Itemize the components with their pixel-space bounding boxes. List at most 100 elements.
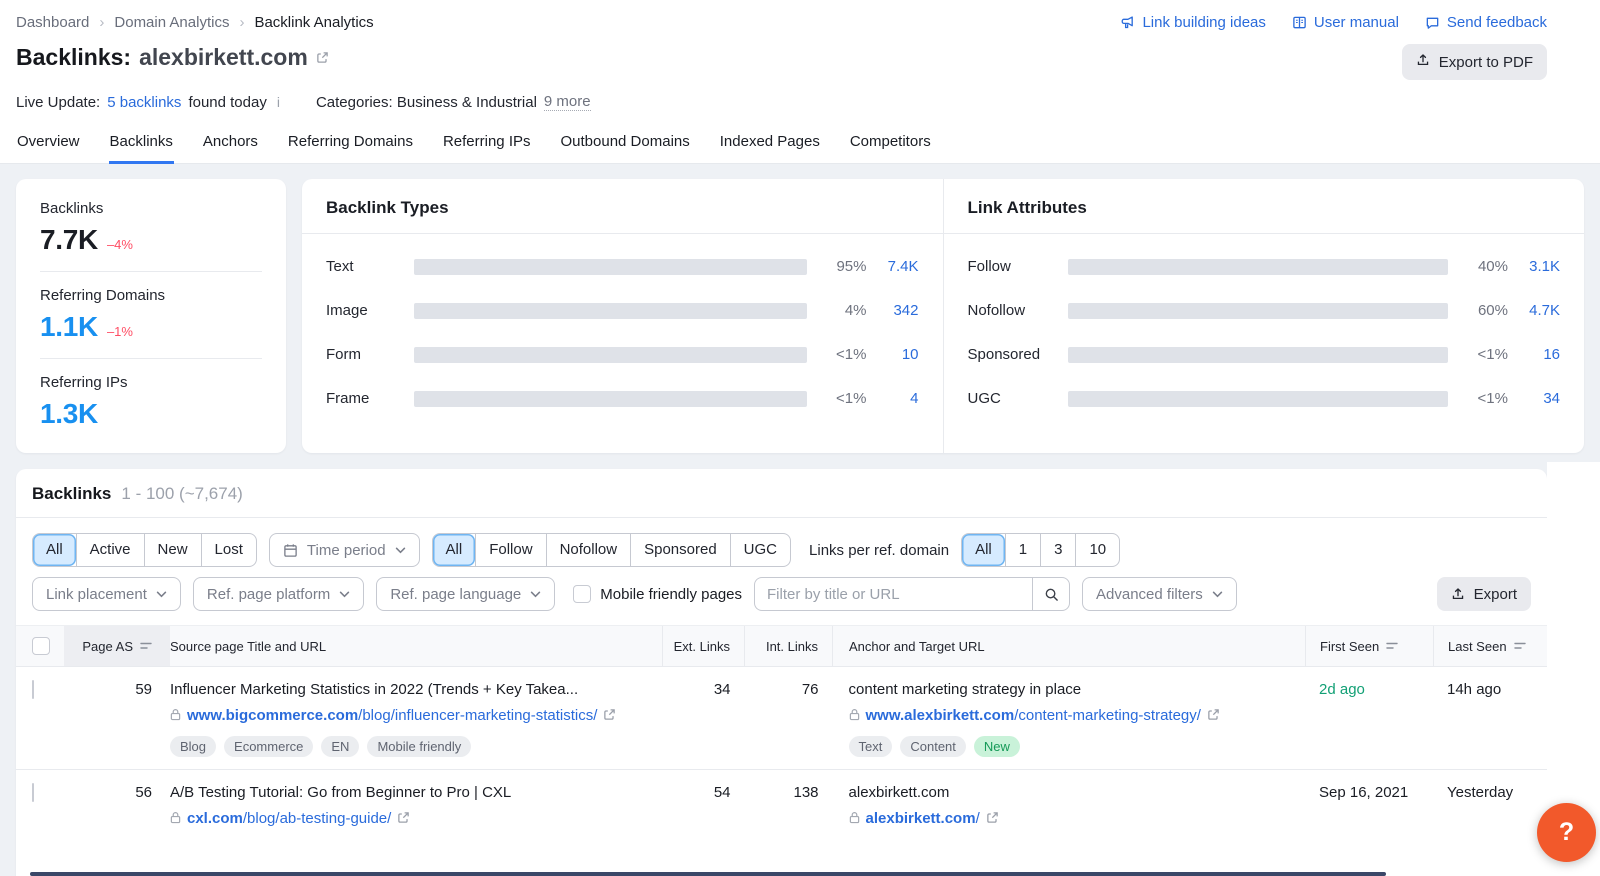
bar-value-link[interactable]: 34 <box>1508 390 1560 407</box>
summary-item-referring-ips: Referring IPs1.3K <box>40 374 262 445</box>
tab-referring-ips[interactable]: Referring IPs <box>442 127 532 164</box>
bar-row-text: Text95%7.4K <box>326 258 919 275</box>
bar-value-link[interactable]: 4.7K <box>1508 302 1560 319</box>
tab-backlinks[interactable]: Backlinks <box>109 127 174 164</box>
follow-type-filter-option-nofollow[interactable]: Nofollow <box>546 534 631 566</box>
select-all-checkbox[interactable] <box>32 637 50 655</box>
bar-track <box>1068 259 1449 275</box>
summary-value[interactable]: 1.1K <box>40 311 98 343</box>
tab-indexed-pages[interactable]: Indexed Pages <box>719 127 821 164</box>
links-per-domain-option-all[interactable]: All <box>962 534 1005 566</box>
chevron-down-icon <box>395 547 406 554</box>
column-source: Source page Title and URL <box>170 626 662 666</box>
status-filter-option-active[interactable]: Active <box>76 534 144 566</box>
url-link[interactable]: www.bigcommerce.com/blog/influencer-mark… <box>187 707 597 724</box>
bar-label: UGC <box>968 390 1068 407</box>
table-row[interactable]: 59Influencer Marketing Statistics in 202… <box>16 667 1547 770</box>
tab-outbound-domains[interactable]: Outbound Domains <box>560 127 691 164</box>
external-link-icon[interactable] <box>986 811 999 824</box>
mobile-friendly-checkbox[interactable] <box>573 585 591 603</box>
status-filter-option-all[interactable]: All <box>33 534 76 566</box>
bar-track <box>1068 303 1449 319</box>
lock-icon <box>849 811 860 824</box>
mobile-friendly-filter[interactable]: Mobile friendly pages <box>573 585 742 603</box>
lock-icon <box>849 708 860 721</box>
categories-more-link[interactable]: 9 more <box>544 93 591 111</box>
bar-row-sponsored: Sponsored <1%16 <box>968 346 1561 363</box>
search-button[interactable] <box>1032 577 1070 611</box>
status-filter-option-new[interactable]: New <box>144 534 201 566</box>
bar-percent: <1% <box>1458 346 1508 363</box>
external-link-icon[interactable] <box>603 708 616 721</box>
bar-value-link[interactable]: 3.1K <box>1508 258 1560 275</box>
page-title: Backlinks: alexbirkett.com <box>16 44 329 71</box>
time-period-dropdown[interactable]: Time period <box>269 533 420 567</box>
header-link-send-feedback[interactable]: Send feedback <box>1425 14 1547 31</box>
follow-type-filter-option-follow[interactable]: Follow <box>475 534 545 566</box>
links-per-domain-option-3[interactable]: 3 <box>1040 534 1075 566</box>
table-row[interactable]: 56A/B Testing Tutorial: Go from Beginner… <box>16 770 1547 842</box>
row-select-cell <box>16 667 64 769</box>
external-link-icon[interactable] <box>1207 708 1220 721</box>
tab-overview[interactable]: Overview <box>16 127 81 164</box>
live-update-link[interactable]: 5 backlinks <box>107 94 181 111</box>
breadcrumb-item-domain-analytics[interactable]: Domain Analytics <box>114 14 229 31</box>
url-link[interactable]: www.alexbirkett.com/content-marketing-st… <box>866 707 1201 724</box>
follow-type-filter-option-all[interactable]: All <box>433 534 476 566</box>
summary-value[interactable]: 1.3K <box>40 398 98 430</box>
row-checkbox[interactable] <box>32 680 34 699</box>
chevron-down-icon <box>339 591 350 598</box>
select-all-cell <box>16 626 64 666</box>
url-link[interactable]: cxl.com/blog/ab-testing-guide/ <box>187 810 391 827</box>
bar-label: Sponsored <box>968 346 1068 363</box>
bar-value-link[interactable]: 342 <box>867 302 919 319</box>
row-checkbox[interactable] <box>32 783 34 802</box>
bar-percent: <1% <box>817 390 867 407</box>
bar-value-link[interactable]: 4 <box>867 390 919 407</box>
column-first-seen[interactable]: First Seen <box>1305 626 1433 666</box>
url-link[interactable]: alexbirkett.com/ <box>866 810 980 827</box>
summary-value[interactable]: 7.7K <box>40 224 98 256</box>
page-header: Dashboard›Domain Analytics›Backlink Anal… <box>0 0 1600 164</box>
anchor-cell: content marketing strategy in place www.a… <box>833 667 1305 769</box>
int-links-cell: 76 <box>745 667 833 769</box>
tab-anchors[interactable]: Anchors <box>202 127 259 164</box>
horizontal-scrollbar-thumb[interactable] <box>30 872 1386 876</box>
chevron-down-icon <box>156 591 167 598</box>
page-title-prefix: Backlinks: <box>16 44 131 71</box>
follow-type-filter-option-sponsored[interactable]: Sponsored <box>630 534 730 566</box>
export-button[interactable]: Export <box>1437 577 1531 611</box>
column-page-as[interactable]: Page AS <box>64 626 170 666</box>
tab-competitors[interactable]: Competitors <box>849 127 932 164</box>
ref-page-language-dropdown[interactable]: Ref. page language <box>376 577 555 611</box>
external-link-icon[interactable] <box>316 51 329 64</box>
summary-card: Backlinks7.7K–4%Referring Domains1.1K–1%… <box>16 179 286 453</box>
column-last-seen[interactable]: Last Seen <box>1433 626 1547 666</box>
bar-percent: <1% <box>817 346 867 363</box>
links-per-domain-option-10[interactable]: 10 <box>1075 534 1119 566</box>
backlinks-table-card: Backlinks 1 - 100 (~7,674) AllActiveNewL… <box>16 469 1547 876</box>
export-to-pdf-button[interactable]: Export to PDF <box>1402 44 1547 80</box>
bar-value-link[interactable]: 16 <box>1508 346 1560 363</box>
external-link-icon[interactable] <box>397 811 410 824</box>
status-filter-option-lost[interactable]: Lost <box>201 534 256 566</box>
filter-input[interactable] <box>754 577 1032 611</box>
link-placement-label: Link placement <box>46 586 147 603</box>
bar-value-link[interactable]: 7.4K <box>867 258 919 275</box>
advanced-filters-dropdown[interactable]: Advanced filters <box>1082 577 1237 611</box>
info-icon[interactable]: i <box>274 94 283 110</box>
bar-label: Frame <box>326 390 414 407</box>
ref-page-platform-dropdown[interactable]: Ref. page platform <box>193 577 364 611</box>
header-link-link-building-ideas[interactable]: Link building ideas <box>1120 14 1265 31</box>
ext-links-cell: 34 <box>663 667 745 769</box>
links-per-domain-option-1[interactable]: 1 <box>1005 534 1040 566</box>
help-button[interactable]: ? <box>1537 803 1596 862</box>
last-seen-cell: Yesterday <box>1433 770 1547 842</box>
header-link-user-manual[interactable]: User manual <box>1292 14 1399 31</box>
bar-value-link[interactable]: 10 <box>867 346 919 363</box>
anchor-text: content marketing strategy in place <box>849 681 1289 698</box>
follow-type-filter-option-ugc[interactable]: UGC <box>730 534 790 566</box>
link-placement-dropdown[interactable]: Link placement <box>32 577 181 611</box>
breadcrumb-item-dashboard[interactable]: Dashboard <box>16 14 89 31</box>
tab-referring-domains[interactable]: Referring Domains <box>287 127 414 164</box>
